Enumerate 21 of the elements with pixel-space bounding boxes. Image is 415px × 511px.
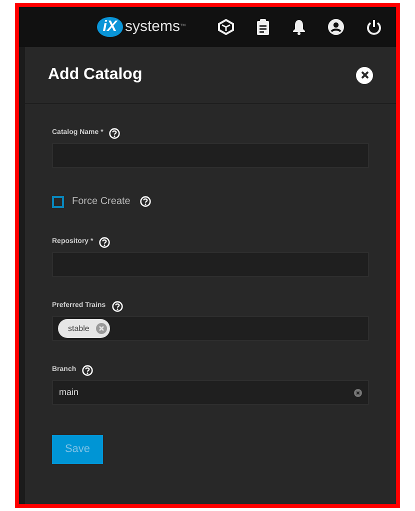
close-button[interactable] [356,66,373,84]
clear-icon[interactable] [354,388,362,396]
help-icon[interactable] [99,237,110,248]
chip[interactable]: stable [58,319,110,338]
checkbox[interactable] [52,196,64,208]
close-icon [360,71,368,79]
bell-icon[interactable] [292,19,306,35]
cube-icon[interactable] [218,19,234,35]
logo-mark: iX [96,17,123,37]
help-icon[interactable] [82,365,94,376]
power-icon[interactable] [366,19,382,35]
input-field[interactable]: main [52,380,369,405]
help-icon[interactable] [109,128,120,139]
help-icon[interactable] [140,196,152,207]
account-icon[interactable] [328,19,344,35]
dialog-title: Add Catalog [48,65,142,85]
input-field[interactable]: stable [52,316,369,341]
help-icon[interactable] [112,301,123,312]
checkbox-label: Force Create [72,195,130,209]
clipboard-icon[interactable] [256,19,270,35]
logo-text: systems [124,16,180,37]
